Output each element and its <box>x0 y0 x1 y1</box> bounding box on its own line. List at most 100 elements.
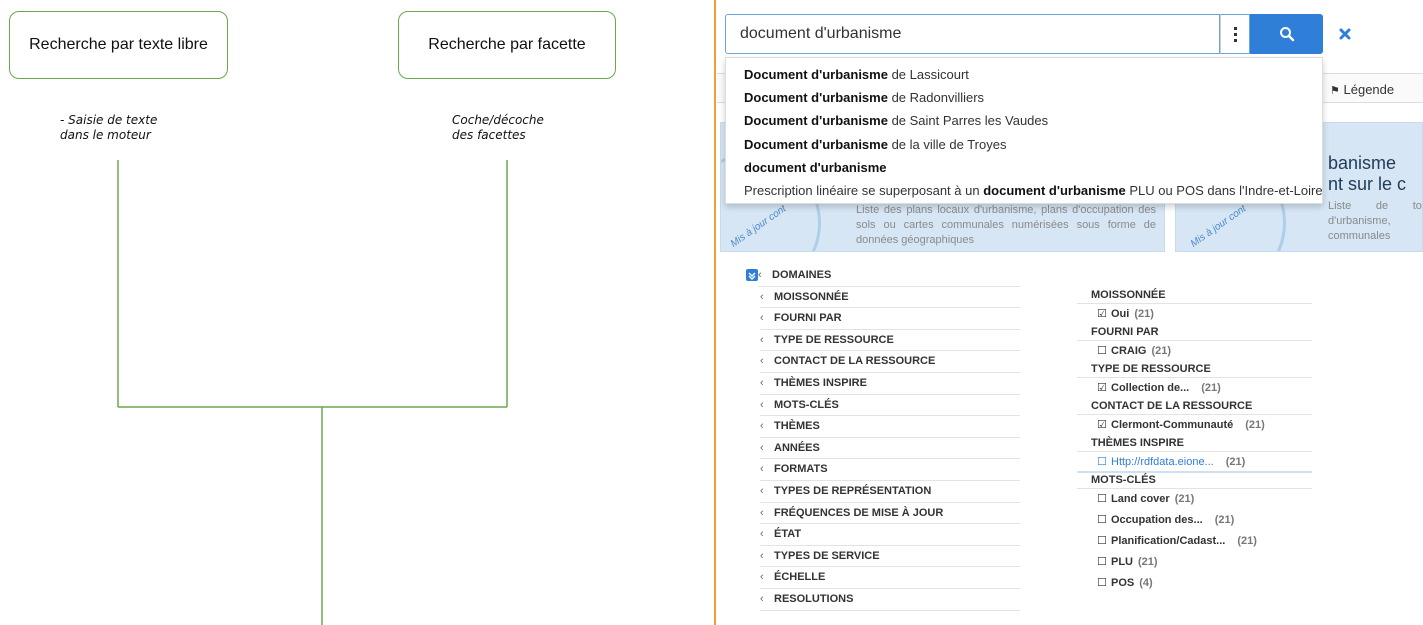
chevron-left-icon: ‹ <box>760 484 764 497</box>
checkbox-unchecked-icon[interactable]: ☐ <box>1097 341 1111 360</box>
facet-header-label: THÈMES <box>774 420 820 433</box>
facet-option-label: Http://rdfdata.eione... <box>1111 456 1214 468</box>
facet-option-label: CRAIG <box>1111 345 1147 357</box>
facet-option[interactable]: ☐ CRAIG (21) <box>1077 341 1312 362</box>
close-icon[interactable] <box>1335 24 1355 44</box>
facet-list: ‹ DOMAINES ‹ MOISSONNÉE ‹ FOURNI PAR ‹ TYPE DE … <box>758 265 1020 611</box>
facet-group-title[interactable]: MOISSONNÉE <box>1077 288 1312 304</box>
suggestion-item[interactable]: Prescription linéaire se superposant à u… <box>726 179 1323 202</box>
card-description: Liste des plans locaux d'urbanisme, plan… <box>856 204 1156 246</box>
facet-header[interactable]: ‹ FRÉQUENCES DE MISE À JOUR <box>760 503 1020 525</box>
facet-option-label: Collection de... <box>1111 382 1190 394</box>
facet-option[interactable]: ☐ Planification/Cadast... (21) <box>1077 531 1312 552</box>
suggestion-item[interactable]: Document d'urbanisme de Lassicourt <box>726 63 1322 86</box>
facet-header-label: CONTACT DE LA RESSOURCE <box>774 355 936 368</box>
box-facet-search: Recherche par facette <box>398 11 616 79</box>
checkbox-unchecked-icon[interactable]: ☐ <box>1097 552 1111 571</box>
facet-group-title[interactable]: TYPE DE RESSOURCE <box>1077 362 1312 378</box>
facet-header-label: TYPES DE SERVICE <box>774 549 880 562</box>
facet-group-title[interactable]: MOTS-CLÉS <box>1077 473 1312 489</box>
tag-icon: ⚑ <box>1330 85 1340 97</box>
facet-option[interactable]: ☐ Http://rdfdata.eione... (21) <box>1077 452 1312 473</box>
note-free-text-line: dans le moteur <box>60 128 151 142</box>
facet-header-label: TYPE DE RESSOURCE <box>774 333 894 346</box>
facet-group-title[interactable]: FOURNI PAR <box>1077 325 1312 341</box>
chevron-left-icon: ‹ <box>760 398 764 411</box>
facet-option-count: (21) <box>1138 556 1158 568</box>
checkbox-checked-icon[interactable]: ☑ <box>1097 415 1111 434</box>
facet-option[interactable]: ☑ Oui (21) <box>1077 304 1312 325</box>
facet-option-label: Clermont-Communauté <box>1111 419 1234 431</box>
facet-option[interactable]: ☐ Occupation des... (21) <box>1077 510 1312 531</box>
chevron-left-icon: ‹ <box>760 571 764 584</box>
diagram-connectors <box>117 160 508 625</box>
facet-header-label: RESOLUTIONS <box>774 592 854 605</box>
facet-option[interactable]: ☑ Collection de... (21) <box>1077 378 1312 399</box>
suggestion-item[interactable]: document d'urbanisme <box>726 156 1322 179</box>
facet-option-count: (21) <box>1214 514 1235 526</box>
facet-header[interactable]: ‹ CONTACT DE LA RESSOURCE <box>760 351 1020 373</box>
more-options-button[interactable] <box>1220 14 1250 54</box>
facet-header[interactable]: ‹ TYPES DE SERVICE <box>760 546 1020 568</box>
facet-header[interactable]: ‹ ÉCHELLE <box>760 567 1020 589</box>
facet-option-label: Planification/Cadast... <box>1111 535 1226 547</box>
checkbox-unchecked-icon[interactable]: ☐ <box>1097 573 1111 592</box>
checkbox-unchecked-icon[interactable]: ☐ <box>1097 531 1111 550</box>
facet-header-label: THÈMES INSPIRE <box>774 376 867 389</box>
facet-header[interactable]: ‹ THÈMES <box>760 416 1020 438</box>
facet-header[interactable]: ‹ MOISSONNÉE <box>760 287 1020 309</box>
checkbox-checked-icon[interactable]: ☑ <box>1097 378 1111 397</box>
checkbox-unchecked-icon[interactable]: ☐ <box>1097 489 1111 508</box>
facet-header[interactable]: ‹ ÉTAT <box>760 524 1020 546</box>
checkbox-unchecked-icon[interactable]: ☐ <box>1097 452 1111 471</box>
note-facet-line: des facettes <box>452 128 526 142</box>
chevron-left-icon: ‹ <box>760 290 764 303</box>
facet-group-title[interactable]: THÈMES INSPIRE <box>1077 436 1312 452</box>
legend-label: Légende <box>1343 82 1395 97</box>
facet-option-count: (21) <box>1245 419 1265 431</box>
chevron-left-icon: ‹ <box>760 592 764 605</box>
box-free-text-search: Recherche par texte libre <box>9 11 228 79</box>
chevron-left-icon: ‹ <box>760 463 764 476</box>
facet-option[interactable]: ☐ POS (4) <box>1077 573 1312 594</box>
card-description: Liste de tou d'urbanisme, communales <box>1328 200 1423 242</box>
facet-option[interactable]: ☐ PLU (21) <box>1077 552 1312 573</box>
facet-option-count: (21) <box>1174 493 1195 505</box>
facet-panel: MOISSONNÉE ☑ Oui (21) FOURNI PAR ☐ CRAIG (21) TY… <box>1077 288 1312 594</box>
collapse-all-button[interactable] <box>746 269 758 281</box>
facet-option[interactable]: ☑ Clermont-Communauté (21) <box>1077 415 1312 436</box>
chevron-left-icon: ‹ <box>760 333 764 346</box>
facet-header-label: ÉTAT <box>774 528 802 541</box>
chevron-left-icon: ‹ <box>760 376 764 389</box>
facet-header[interactable]: ‹ ANNÉES <box>760 438 1020 460</box>
search-button[interactable] <box>1250 14 1323 54</box>
suggestion-item[interactable]: Document d'urbanisme de Radonvilliers <box>726 86 1322 109</box>
facet-header[interactable]: ‹ RESOLUTIONS <box>760 589 1020 611</box>
facet-header[interactable]: ‹ TYPE DE RESSOURCE <box>760 330 1020 352</box>
suggestion-item[interactable]: Document d'urbanisme de la ville de Troy… <box>726 133 1322 156</box>
facet-option-count: (4) <box>1139 577 1153 589</box>
checkbox-unchecked-icon[interactable]: ☐ <box>1097 510 1111 529</box>
suggestion-item[interactable]: Document d'urbanisme de Saint Parres les… <box>726 109 1322 132</box>
facet-header[interactable]: ‹ DOMAINES <box>758 265 1020 287</box>
chevron-left-icon: ‹ <box>760 549 764 562</box>
facet-option-count: (21) <box>1201 382 1221 394</box>
search-input[interactable] <box>725 14 1220 54</box>
facet-header[interactable]: ‹ FORMATS <box>760 459 1020 481</box>
facet-header[interactable]: ‹ MOTS-CLÉS <box>760 395 1020 417</box>
facet-header[interactable]: ‹ THÈMES INSPIRE <box>760 373 1020 395</box>
facet-group-title[interactable]: CONTACT DE LA RESSOURCE <box>1077 399 1312 415</box>
facet-header-label: MOTS-CLÉS <box>774 398 839 411</box>
checkbox-checked-icon[interactable]: ☑ <box>1097 304 1111 323</box>
card-title-line: nt sur le c <box>1328 174 1407 194</box>
facet-option[interactable]: ☐ Land cover (21) <box>1077 489 1312 510</box>
legend-button[interactable]: ⚑ Légende <box>1330 82 1394 97</box>
facet-header[interactable]: ‹ FOURNI PAR <box>760 308 1020 330</box>
kebab-icon <box>1233 25 1237 43</box>
facet-header-label: MOISSONNÉE <box>774 290 849 303</box>
facet-header-label: FOURNI PAR <box>774 312 842 325</box>
note-facet-line: Coche/décoche <box>452 113 544 127</box>
chevron-left-icon: ‹ <box>760 355 764 368</box>
double-chevron-down-icon <box>748 272 756 280</box>
facet-header[interactable]: ‹ TYPES DE REPRÉSENTATION <box>760 481 1020 503</box>
